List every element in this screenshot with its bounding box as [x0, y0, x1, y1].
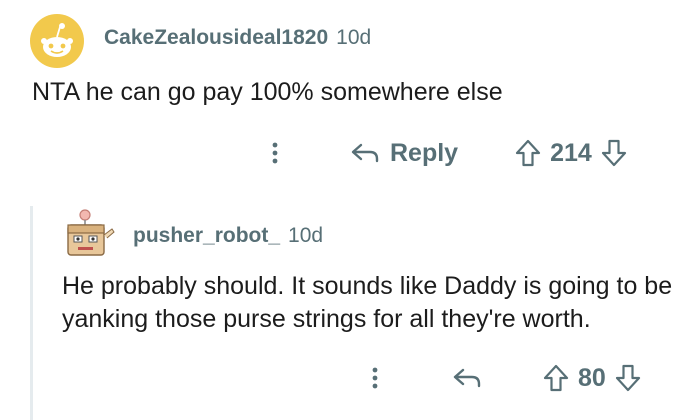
reply-arrow-icon	[351, 143, 379, 163]
reply-button[interactable]: Reply	[350, 139, 458, 168]
comment: CakeZealousideal1820 10d NTA he can go p…	[0, 0, 700, 190]
vote-controls: 214	[514, 138, 628, 168]
username-link[interactable]: CakeZealousideal1820	[104, 26, 328, 50]
more-options-button[interactable]	[360, 358, 390, 398]
username-link[interactable]: pusher_robot_	[133, 224, 280, 248]
upvote-arrow-icon	[543, 364, 569, 392]
reply-label: Reply	[390, 138, 459, 167]
comment-actions: Reply 214	[260, 133, 628, 173]
vote-count: 80	[578, 363, 606, 392]
downvote-button[interactable]	[614, 363, 642, 393]
vote-count: 214	[550, 138, 592, 167]
comment-thread: CakeZealousideal1820 10d NTA he can go p…	[0, 0, 700, 420]
comment-body: NTA he can go pay 100% somewhere else	[32, 78, 503, 106]
timestamp: 10d	[288, 224, 324, 247]
comment-actions: 80	[360, 358, 642, 398]
upvote-arrow-icon	[515, 139, 541, 167]
downvote-button[interactable]	[600, 138, 628, 168]
comment-meta: pusher_robot_ 10d	[133, 224, 323, 248]
robot-avatar-icon	[67, 209, 115, 256]
timestamp: 10d	[336, 26, 372, 49]
more-options-button[interactable]	[260, 133, 290, 173]
more-vertical-icon	[372, 367, 378, 389]
upvote-button[interactable]	[514, 138, 542, 168]
downvote-arrow-icon	[601, 139, 626, 167]
downvote-arrow-icon	[615, 364, 640, 392]
reply-button[interactable]	[452, 366, 482, 390]
comment-body: He probably should. It sounds like Daddy…	[62, 272, 673, 333]
comment-meta: CakeZealousideal1820 10d	[104, 26, 371, 50]
upvote-button[interactable]	[542, 363, 570, 393]
thread-line[interactable]	[30, 206, 33, 420]
reply-arrow-icon	[453, 368, 481, 388]
more-vertical-icon	[272, 142, 278, 164]
avatar[interactable]	[30, 14, 84, 68]
vote-controls: 80	[542, 363, 642, 393]
reddit-snoo-avatar-icon	[30, 14, 84, 68]
avatar[interactable]	[58, 205, 116, 263]
